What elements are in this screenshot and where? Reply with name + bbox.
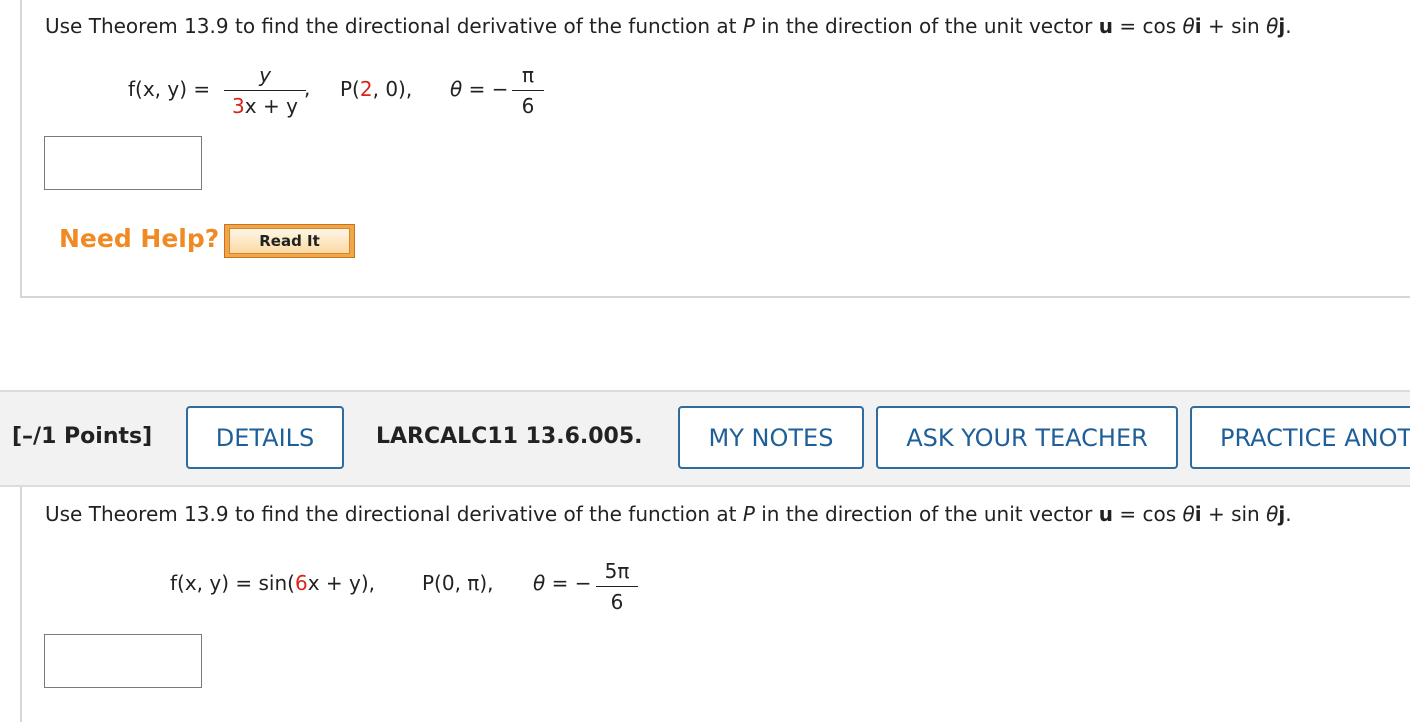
q1-answer-input[interactable] xyxy=(44,136,202,190)
my-notes-button[interactable]: MY NOTES xyxy=(678,406,864,469)
q1-theta: θ = − xyxy=(450,77,509,101)
q1-theta-denominator: 6 xyxy=(521,94,535,118)
q2-theta-denominator: 6 xyxy=(610,590,624,614)
q1-fraction-bar xyxy=(224,90,306,91)
q1-comma: , xyxy=(304,76,311,100)
problem-code: LARCALC11 13.6.005. xyxy=(376,424,643,449)
question-2-prompt: Use Theorem 13.9 to find the directional… xyxy=(45,502,1292,526)
q2-theta-numerator: 5π xyxy=(604,559,630,583)
q1-function-fraction: y 3x + y xyxy=(224,63,306,118)
details-button[interactable]: DETAILS xyxy=(186,406,344,469)
q1-theta-numerator: π xyxy=(521,63,535,87)
need-help-label: Need Help? xyxy=(59,224,220,253)
ask-your-teacher-button[interactable]: ASK YOUR TEACHER xyxy=(876,406,1178,469)
question-1-prompt: Use Theorem 13.9 to find the directional… xyxy=(45,14,1292,38)
question-2-border xyxy=(20,487,22,722)
q1-theta-fraction: π 6 xyxy=(512,63,544,118)
q1-fraction-numerator: y xyxy=(259,63,271,87)
read-it-label: Read It xyxy=(229,228,350,254)
points-label: [–/1 Points] xyxy=(12,424,153,449)
q1-point: P(2, 0), xyxy=(340,77,413,101)
q2-theta-bar xyxy=(596,586,638,587)
q2-point: P(0, π), xyxy=(422,571,494,595)
q2-theta: θ = − xyxy=(533,571,592,595)
practice-another-button[interactable]: PRACTICE ANOTHER xyxy=(1190,406,1410,469)
q2-function: f(x, y) = sin(6x + y), xyxy=(170,571,376,595)
q2-answer-input[interactable] xyxy=(44,634,202,688)
q1-fraction-denominator: 3x + y xyxy=(232,94,298,118)
q1-theta-bar xyxy=(512,90,544,91)
q2-theta-fraction: 5π 6 xyxy=(596,559,638,614)
read-it-button[interactable]: Read It xyxy=(224,224,355,258)
q1-function-lhs: f(x, y) = xyxy=(128,77,211,101)
